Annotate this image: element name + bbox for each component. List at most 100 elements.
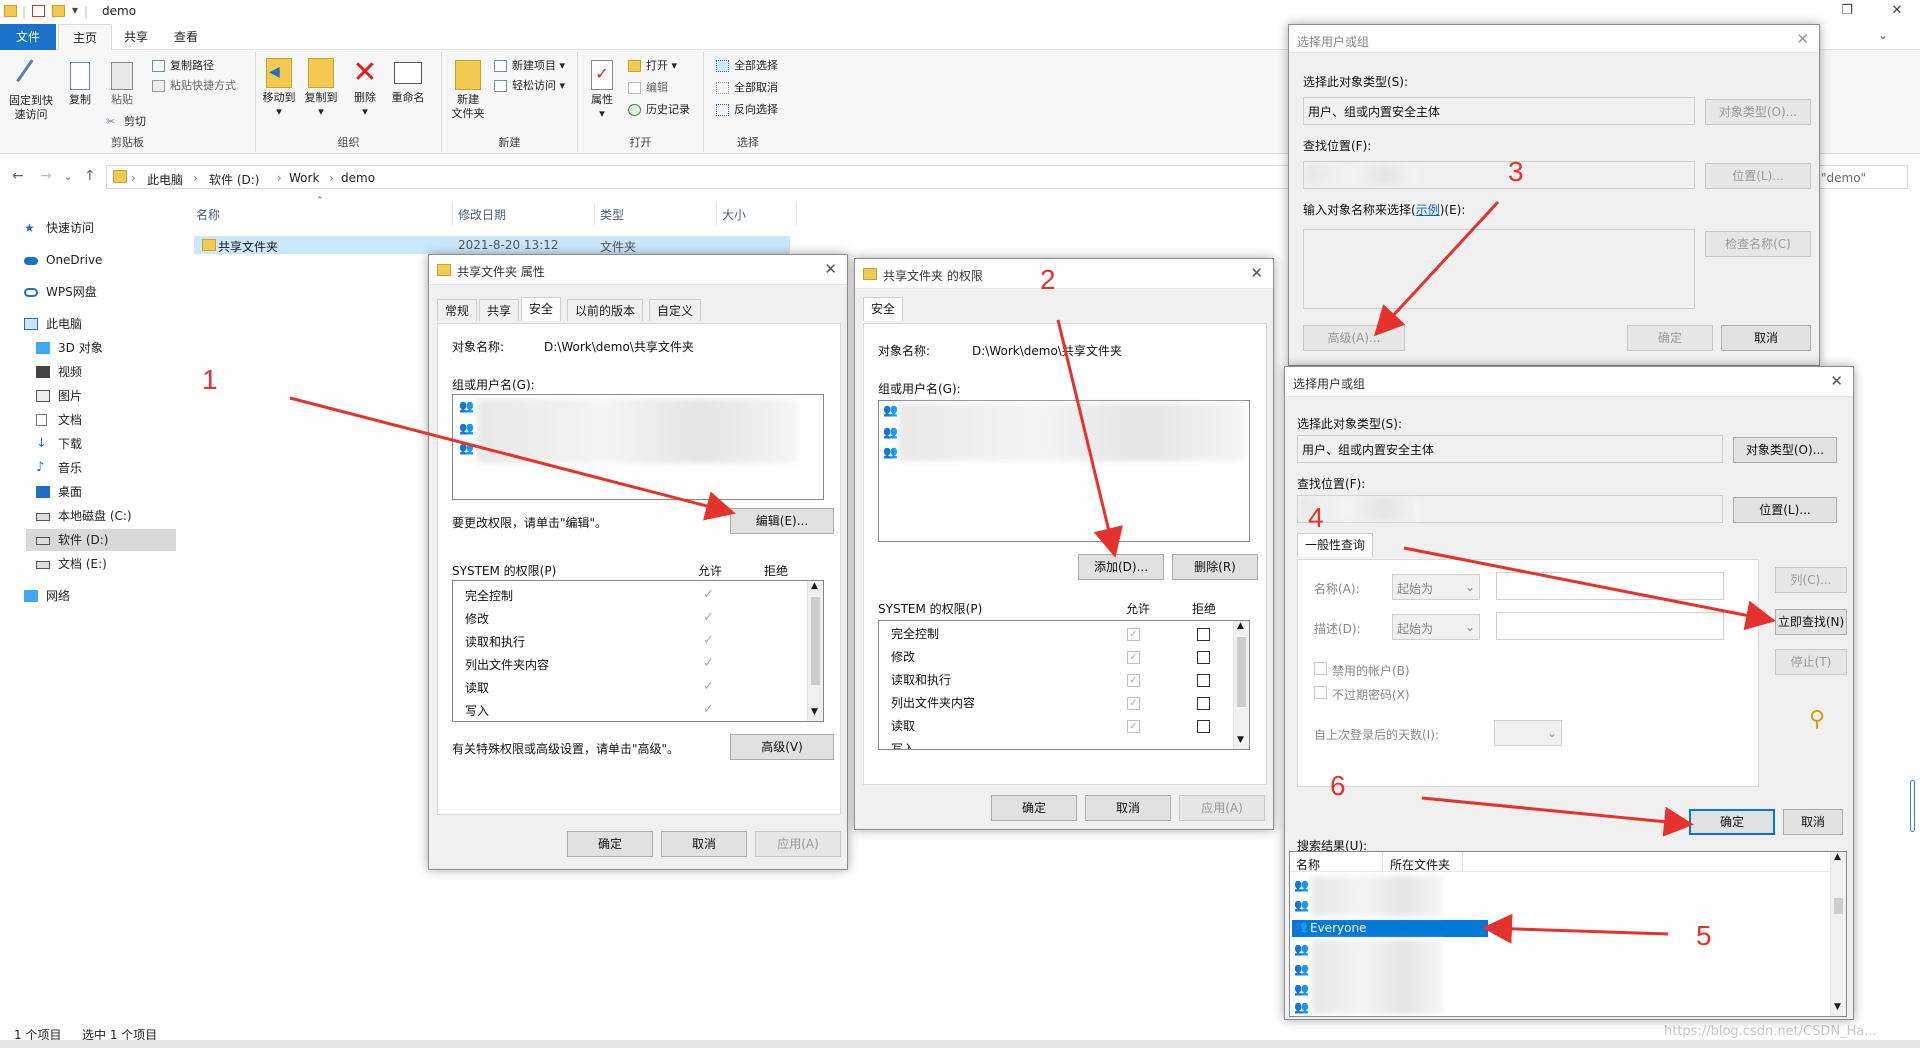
nav-3d-objects[interactable]: 3D 对象 xyxy=(34,337,103,359)
apply-button[interactable]: 应用(A) xyxy=(755,831,841,857)
column-name[interactable]: 名称 xyxy=(196,204,220,226)
days-since-logon-select[interactable]: ⌄ xyxy=(1494,720,1562,746)
scrollbar[interactable]: ▲ ▼ xyxy=(1830,852,1846,1016)
object-types-button[interactable]: 对象类型(O)... xyxy=(1733,437,1837,463)
allow-checkbox[interactable]: ✓ xyxy=(1127,674,1140,687)
copy-path-button[interactable]: 复制路径 xyxy=(150,56,214,76)
scroll-up-icon[interactable]: ▲ xyxy=(1834,852,1841,862)
nav-drive-c[interactable]: 本地磁盘 (C:) xyxy=(34,505,132,527)
select-none-button[interactable]: 全部取消 xyxy=(714,78,778,98)
examples-link[interactable]: 示例 xyxy=(1416,203,1440,217)
column-divider[interactable] xyxy=(594,204,595,226)
nav-downloads[interactable]: ↓ 下载 xyxy=(34,433,82,455)
nav-videos[interactable]: 视频 xyxy=(34,361,82,383)
column-date[interactable]: 修改日期 xyxy=(458,204,506,226)
search-results-list[interactable]: 名称 所在文件夹 👥 👥 👥 Everyone 👥 👥 👥 👥 ▲ ▼ xyxy=(1289,851,1847,1017)
object-types-button[interactable]: 对象类型(O)... xyxy=(1705,99,1811,125)
move-to-button[interactable]: ◀ 移动到 ▾ xyxy=(260,58,298,119)
close-icon[interactable]: ✕ xyxy=(1830,372,1843,390)
nav-documents[interactable]: 文档 xyxy=(34,409,82,431)
scroll-down-icon[interactable]: ▼ xyxy=(811,707,818,717)
edit-button[interactable]: 编辑 xyxy=(626,78,668,98)
stop-button[interactable]: 停止(T) xyxy=(1775,649,1847,675)
rename-button[interactable]: 重命名 xyxy=(386,58,430,105)
select-all-button[interactable]: 全部选择 xyxy=(714,56,778,76)
tab-general[interactable]: 常规 xyxy=(437,299,478,321)
deny-checkbox[interactable] xyxy=(1197,674,1210,687)
nav-pictures[interactable]: 图片 xyxy=(34,385,82,407)
tab-security[interactable]: 安全 xyxy=(521,297,562,321)
new-folder-button[interactable]: 新建 文件夹 xyxy=(448,60,488,121)
column-divider[interactable] xyxy=(1382,852,1383,872)
copy-button[interactable]: 复制 xyxy=(62,62,98,107)
find-now-button[interactable]: 立即查找(N) xyxy=(1775,609,1847,635)
disabled-accounts-checkbox[interactable] xyxy=(1314,662,1327,675)
ok-button[interactable]: 确定 xyxy=(1689,809,1775,835)
quick-access-dropdown-icon[interactable]: ▾ xyxy=(72,3,78,17)
allow-checkbox[interactable]: ✓ xyxy=(1127,628,1140,641)
apply-button[interactable]: 应用(A) xyxy=(1179,795,1265,821)
recent-dropdown-icon[interactable]: ⌄ xyxy=(64,172,72,183)
close-icon[interactable]: ✕ xyxy=(1250,264,1263,282)
columns-button[interactable]: 列(C)... xyxy=(1775,567,1847,593)
name-query-input[interactable] xyxy=(1496,572,1724,600)
locations-button[interactable]: 位置(L)... xyxy=(1705,163,1811,189)
column-divider[interactable] xyxy=(716,204,717,226)
tab-common-queries[interactable]: 一般性查询 xyxy=(1297,533,1374,557)
description-query-input[interactable] xyxy=(1496,612,1724,640)
scroll-down-icon[interactable]: ▼ xyxy=(1237,735,1244,745)
invert-selection-button[interactable]: 反向选择 xyxy=(714,100,778,120)
close-icon[interactable]: ✕ xyxy=(824,260,837,278)
advanced-button[interactable]: 高级(A)... xyxy=(1303,325,1405,351)
object-names-field[interactable] xyxy=(1303,229,1695,309)
scroll-thumb[interactable] xyxy=(1237,637,1246,707)
edit-permissions-button[interactable]: 编辑(E)... xyxy=(730,508,834,534)
scroll-up-icon[interactable]: ▲ xyxy=(811,581,818,591)
scroll-thumb[interactable] xyxy=(1834,898,1843,914)
paste-button[interactable]: 粘贴 xyxy=(104,62,140,107)
nav-desktop[interactable]: 桌面 xyxy=(34,481,82,503)
close-button[interactable]: ✕ xyxy=(1874,0,1920,24)
ok-button[interactable]: 确定 xyxy=(1627,325,1713,351)
locations-button[interactable]: 位置(L)... xyxy=(1733,497,1837,523)
scroll-thumb[interactable] xyxy=(811,597,820,685)
column-divider[interactable] xyxy=(796,204,797,226)
group-user-list[interactable]: 👥 👥 👥 xyxy=(878,400,1250,542)
file-row-shared-folder[interactable]: 共享文件夹 2021-8-20 13:12 文件夹 xyxy=(194,236,790,254)
results-column-name[interactable]: 名称 xyxy=(1296,856,1320,873)
nav-network[interactable]: 网络 xyxy=(22,585,70,607)
up-arrow-icon[interactable]: ↑ xyxy=(84,168,96,184)
pin-quick-access-button[interactable]: 固定到快 速访问 xyxy=(6,59,56,122)
tab-sharing[interactable]: 共享 xyxy=(479,299,520,321)
group-user-list[interactable]: 👥 👥 👥 xyxy=(452,394,824,500)
tab-security[interactable]: 安全 xyxy=(863,297,904,321)
delete-button[interactable]: ✕ 删除 ▾ xyxy=(348,58,382,119)
check-names-button[interactable]: 检查名称(C) xyxy=(1705,231,1811,257)
scroll-up-icon[interactable]: ▲ xyxy=(1237,621,1244,631)
result-row-selected[interactable]: 👥 Everyone xyxy=(1292,920,1488,937)
history-button[interactable]: 历史记录 xyxy=(626,100,690,120)
ok-button[interactable]: 确定 xyxy=(991,795,1077,821)
breadcrumb-work[interactable]: Work xyxy=(289,171,319,185)
cancel-button[interactable]: 取消 xyxy=(1721,325,1811,351)
nav-drive-d[interactable]: 软件 (D:) xyxy=(26,529,176,551)
nav-onedrive[interactable]: OneDrive xyxy=(22,249,102,271)
nav-music[interactable]: ♪ 音乐 xyxy=(34,457,82,479)
tab-share[interactable]: 共享 xyxy=(110,24,162,50)
cancel-button[interactable]: 取消 xyxy=(1783,809,1843,835)
tab-file[interactable]: 文件 xyxy=(0,24,56,50)
nav-quick-access[interactable]: ★ 快速访问 xyxy=(22,217,94,239)
column-divider[interactable] xyxy=(452,204,453,226)
deny-checkbox[interactable] xyxy=(1197,628,1210,641)
scrollbar[interactable]: ▲ ▼ xyxy=(1233,621,1249,749)
add-button[interactable]: 添加(D)... xyxy=(1078,554,1164,580)
non-expiring-password-checkbox[interactable] xyxy=(1314,686,1327,699)
remove-button[interactable]: 删除(R) xyxy=(1172,554,1258,580)
deny-checkbox[interactable] xyxy=(1197,720,1210,733)
allow-checkbox[interactable]: ✓ xyxy=(1127,697,1140,710)
results-column-folder[interactable]: 所在文件夹 xyxy=(1390,856,1450,873)
new-item-button[interactable]: 新建项目 ▾ xyxy=(492,56,565,76)
search-input[interactable]: "demo" xyxy=(1810,165,1908,189)
scrollbar[interactable]: ▲ ▼ xyxy=(807,581,823,721)
cancel-button[interactable]: 取消 xyxy=(661,831,747,857)
